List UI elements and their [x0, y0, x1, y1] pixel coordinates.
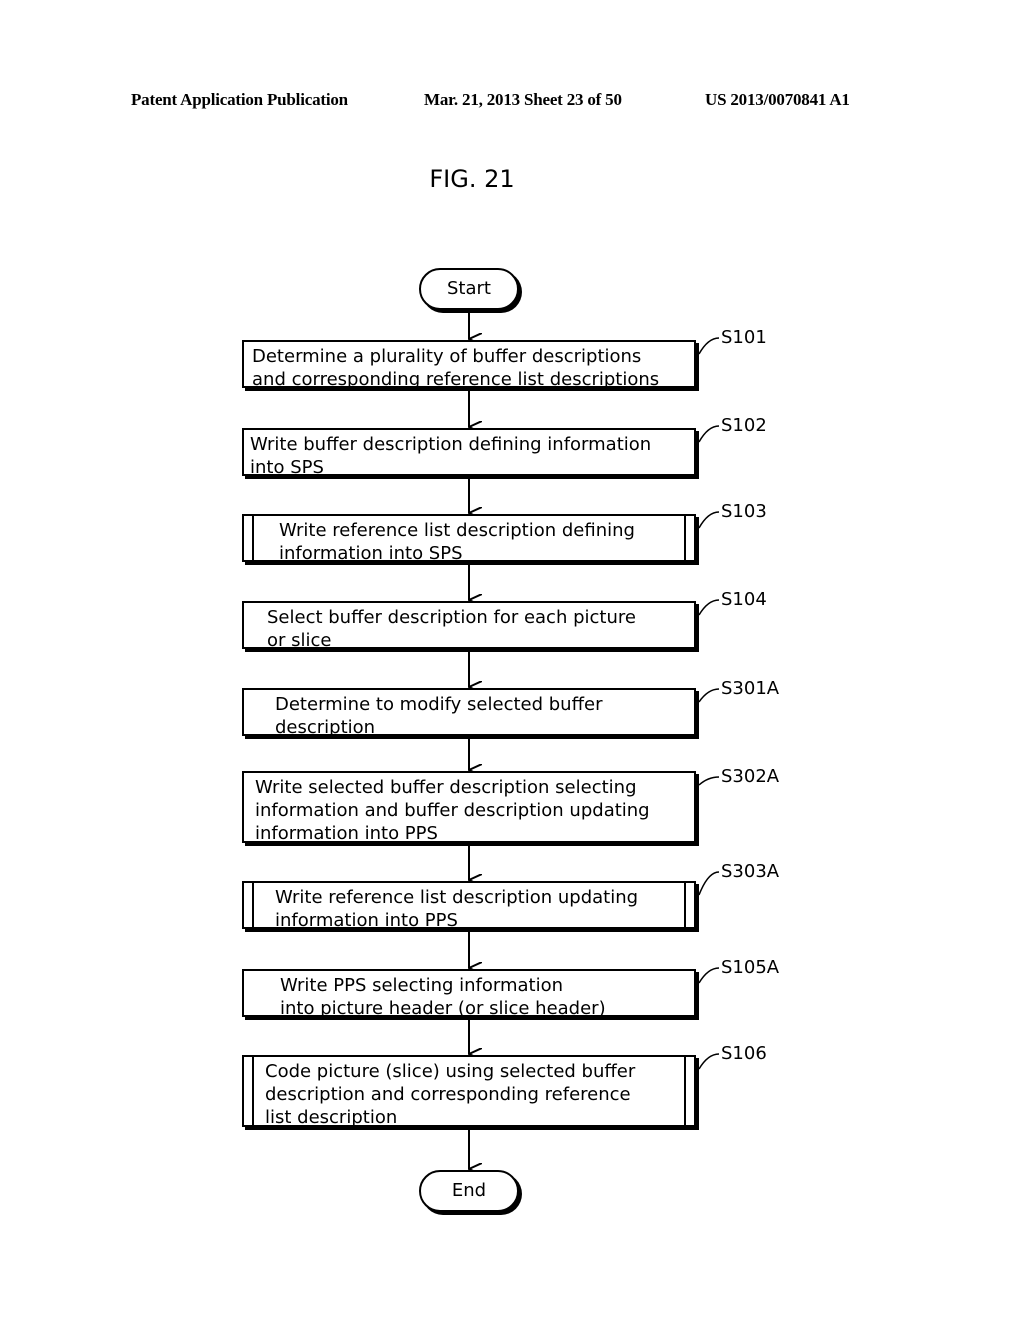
- step-s104: Select buffer description for each pictu…: [242, 601, 696, 651]
- leader-line: [698, 337, 720, 355]
- leader-line: [698, 688, 720, 703]
- leader-line: [698, 1053, 720, 1070]
- leader-line: [698, 871, 720, 896]
- step-label-s104: S104: [721, 589, 767, 610]
- step-label-s103: S103: [721, 501, 767, 522]
- step-s301a: Determine to modify selected buffer desc…: [242, 688, 696, 738]
- leader-line: [698, 967, 720, 984]
- step-label-s105a: S105A: [721, 957, 780, 978]
- leader-line: [698, 599, 720, 616]
- step-s303a: Write reference list description updatin…: [242, 881, 696, 931]
- start-terminal: Start: [419, 268, 519, 310]
- step-label-s303a: S303A: [721, 861, 780, 882]
- step-s102: Write buffer description defining inform…: [242, 428, 696, 478]
- leader-line: [698, 425, 720, 443]
- step-s101: Determine a plurality of buffer descript…: [242, 340, 696, 390]
- step-s103: Write reference list description definin…: [242, 514, 696, 564]
- step-label-s101: S101: [721, 327, 767, 348]
- leader-line: [698, 776, 720, 786]
- step-s106: Code picture (slice) using selected buff…: [242, 1055, 696, 1128]
- leader-line: [698, 511, 720, 529]
- step-label-s302a: S302A: [721, 766, 780, 787]
- step-label-s102: S102: [721, 415, 767, 436]
- step-label-s106: S106: [721, 1043, 767, 1064]
- step-s105a: Write PPS selecting information into pic…: [242, 969, 696, 1019]
- step-s302a: Write selected buffer description select…: [242, 771, 696, 844]
- step-label-s301a: S301A: [721, 678, 780, 699]
- end-terminal: End: [419, 1170, 519, 1212]
